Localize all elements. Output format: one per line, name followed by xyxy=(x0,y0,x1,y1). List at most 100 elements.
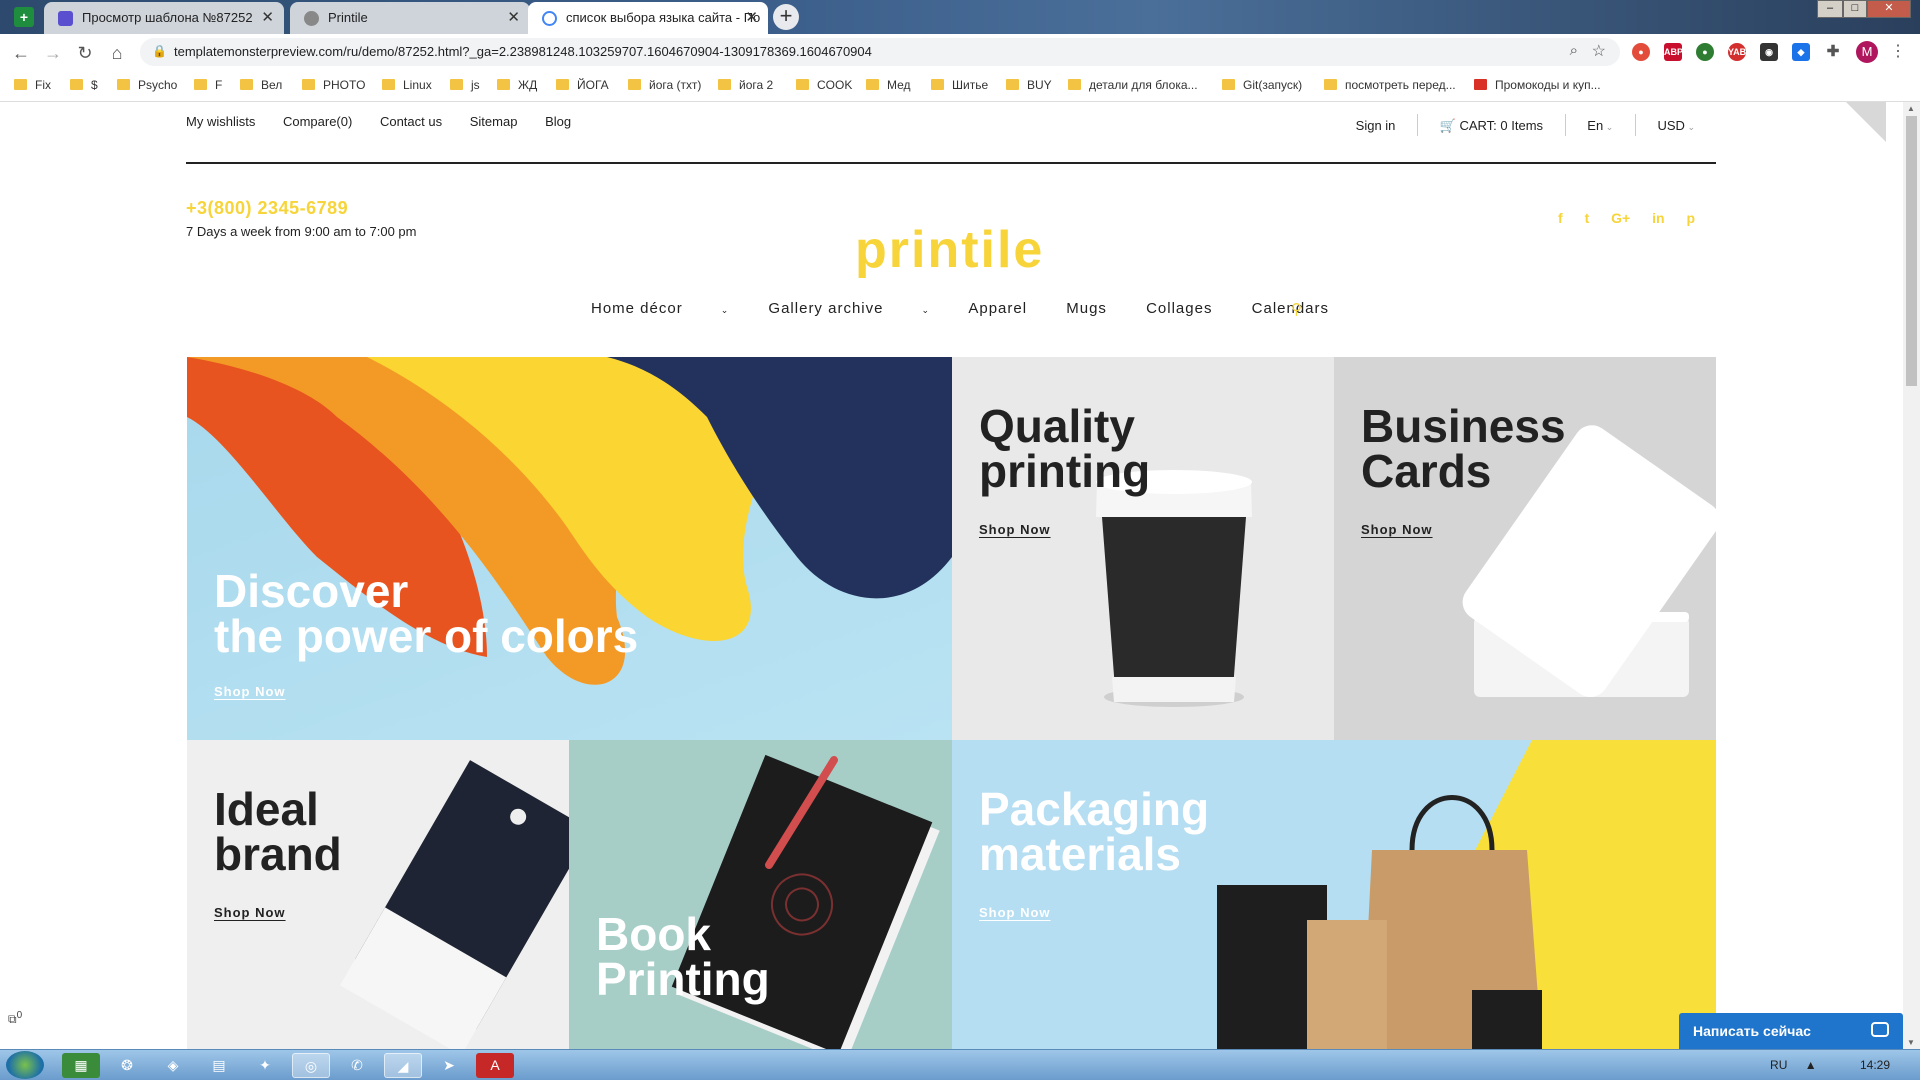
search-icon[interactable]: ⚲ xyxy=(1291,300,1302,318)
bookmark-folder[interactable]: Git(запуск) xyxy=(1222,78,1302,92)
viber-taskbar-icon[interactable]: ✆ xyxy=(338,1053,376,1078)
site-logo[interactable]: printile xyxy=(855,220,1044,280)
address-bar[interactable]: 🔒 templatemonsterpreview.com/ru/demo/872… xyxy=(140,38,1620,66)
tab-google-search[interactable]: список выбора языка сайта - По ✕ xyxy=(528,2,768,34)
bookmark-folder[interactable]: йога (тхт) xyxy=(628,78,701,92)
bookmark-folder[interactable]: Fix xyxy=(14,78,51,92)
twitter-icon[interactable]: t xyxy=(1585,210,1590,226)
nav-apparel[interactable]: Apparel xyxy=(968,300,1027,317)
contact-link[interactable]: Contact us xyxy=(380,114,442,129)
live-chat-widget[interactable]: Написать сейчас xyxy=(1679,1013,1903,1049)
banner-ideal-brand[interactable]: Ideal brand Shop Now xyxy=(187,740,569,1049)
home-icon[interactable]: ⌂ xyxy=(104,40,130,66)
tray-expand-icon[interactable]: ▲ xyxy=(1805,1058,1817,1072)
window-switch-widget[interactable]: ⧉0 xyxy=(8,1010,22,1027)
close-window-button[interactable]: ✕ xyxy=(1867,0,1911,18)
app-taskbar-icon[interactable]: ❂ xyxy=(108,1053,146,1078)
linkedin-icon[interactable]: in xyxy=(1652,210,1664,226)
profile-avatar[interactable]: M xyxy=(1856,41,1878,63)
reload-icon[interactable]: ↻ xyxy=(72,40,98,66)
blog-link[interactable]: Blog xyxy=(545,114,571,129)
bookmark-folder[interactable]: Psycho xyxy=(117,78,177,92)
cart-icon[interactable]: 🛒 xyxy=(1440,118,1456,133)
nav-home-decor[interactable]: Home décor ⌄ xyxy=(591,300,729,317)
currency-select[interactable]: USD xyxy=(1658,118,1685,133)
app-taskbar-icon[interactable]: ◢ xyxy=(384,1053,422,1078)
scroll-down-icon[interactable]: ▼ xyxy=(1907,1038,1915,1047)
banner-business-cards[interactable]: Business Cards Shop Now xyxy=(1334,357,1716,740)
zoom-icon[interactable]: ⌕ xyxy=(1570,42,1578,59)
bookmark-folder[interactable]: BUY xyxy=(1006,78,1052,92)
telegram-taskbar-icon[interactable]: ➤ xyxy=(430,1053,468,1078)
bookmark-folder[interactable]: js xyxy=(450,78,480,92)
extension-glasses-icon[interactable]: ◉ xyxy=(1760,43,1778,61)
shop-now-link[interactable]: Shop Now xyxy=(214,905,286,920)
bookmark-folder[interactable]: ЙОГА xyxy=(556,78,609,92)
adblock-plus-icon[interactable]: ABP xyxy=(1664,43,1683,61)
scrollbar-thumb[interactable] xyxy=(1906,116,1917,386)
language-select[interactable]: En xyxy=(1587,118,1603,133)
browser-menu-icon[interactable]: ⋮ xyxy=(1890,41,1906,61)
tab-template-preview[interactable]: Просмотр шаблона №87252 ✕ xyxy=(44,2,284,34)
app-taskbar-icon[interactable]: ✦ xyxy=(246,1053,284,1078)
cart-label[interactable]: CART: xyxy=(1459,118,1496,133)
extensions-puzzle-icon[interactable]: ✚ xyxy=(1824,43,1842,61)
sheets-app-icon[interactable]: + xyxy=(14,7,34,27)
back-arrow-icon[interactable]: ← xyxy=(8,40,34,66)
sitemap-link[interactable]: Sitemap xyxy=(470,114,518,129)
nav-collages[interactable]: Collages xyxy=(1146,300,1212,317)
bookmark-folder[interactable]: F xyxy=(194,78,222,92)
file-explorer-icon[interactable]: ▤ xyxy=(200,1053,238,1078)
extension-red-icon[interactable]: ● xyxy=(1632,43,1650,61)
banner-packaging-materials[interactable]: Packaging materials Shop Now xyxy=(952,740,1716,1049)
start-button[interactable] xyxy=(6,1051,44,1079)
bookmark-promo[interactable]: Промокоды и куп... xyxy=(1474,78,1601,92)
sheets-taskbar-icon[interactable]: ▦ xyxy=(62,1053,100,1078)
extension-yab-icon[interactable]: YAB xyxy=(1728,43,1746,61)
bookmark-star-icon[interactable]: ☆ xyxy=(1592,41,1606,61)
nav-gallery-archive[interactable]: Gallery archive ⌄ xyxy=(768,300,930,317)
tab-printile[interactable]: Printile ✕ xyxy=(290,2,530,34)
close-tab-icon[interactable]: ✕ xyxy=(745,2,758,34)
shop-now-link[interactable]: Shop Now xyxy=(214,684,286,699)
shop-now-link[interactable]: Shop Now xyxy=(979,905,1051,920)
pinterest-icon[interactable]: p xyxy=(1686,210,1695,226)
bookmark-folder[interactable]: Linux xyxy=(382,78,432,92)
app-taskbar-icon[interactable]: ◈ xyxy=(154,1053,192,1078)
forward-arrow-icon[interactable]: → xyxy=(40,40,66,66)
shop-now-link[interactable]: Shop Now xyxy=(1361,522,1433,537)
scroll-up-icon[interactable]: ▲ xyxy=(1907,104,1915,113)
nav-mugs[interactable]: Mugs xyxy=(1066,300,1107,317)
bookmark-folder[interactable]: йога 2 xyxy=(718,78,773,92)
banner-book-printing[interactable]: Book Printing xyxy=(569,740,952,1049)
compare-link[interactable]: Compare(0) xyxy=(283,114,352,129)
close-tab-icon[interactable]: ✕ xyxy=(261,2,274,34)
page-scrollbar[interactable]: ▲ ▼ xyxy=(1903,102,1920,1049)
bookmark-folder[interactable]: $ xyxy=(70,78,98,92)
bookmark-folder[interactable]: детали для блока... xyxy=(1068,78,1198,92)
bookmark-folder[interactable]: ЖД xyxy=(497,78,537,92)
cart-count[interactable]: 0 Items xyxy=(1500,118,1543,133)
sign-in-link[interactable]: Sign in xyxy=(1356,118,1396,133)
chrome-taskbar-icon[interactable]: ◎ xyxy=(292,1053,330,1078)
minimize-window-button[interactable]: – xyxy=(1817,0,1843,18)
phone-number[interactable]: +3(800) 2345-6789 xyxy=(186,198,348,219)
input-language[interactable]: RU xyxy=(1770,1058,1787,1072)
bookmark-folder[interactable]: Мед xyxy=(866,78,911,92)
facebook-icon[interactable]: f xyxy=(1558,210,1563,226)
close-tab-icon[interactable]: ✕ xyxy=(507,2,520,34)
bookmark-folder[interactable]: PHOTO xyxy=(302,78,365,92)
banner-quality-printing[interactable]: Quality printing Shop Now xyxy=(952,357,1334,740)
acrobat-taskbar-icon[interactable]: A xyxy=(476,1053,514,1078)
bookmark-folder[interactable]: Шитье xyxy=(931,78,988,92)
bookmark-folder[interactable]: COOK xyxy=(796,78,852,92)
bookmark-folder[interactable]: Вел xyxy=(240,78,282,92)
shop-now-link[interactable]: Shop Now xyxy=(979,522,1051,537)
maximize-window-button[interactable]: □ xyxy=(1843,0,1867,18)
banner-discover[interactable]: Discover the power of colors Shop Now xyxy=(187,357,952,740)
extension-blue-icon[interactable]: ◆ xyxy=(1792,43,1810,61)
bookmark-folder[interactable]: посмотреть перед... xyxy=(1324,78,1456,92)
wishlists-link[interactable]: My wishlists xyxy=(186,114,255,129)
google-plus-icon[interactable]: G+ xyxy=(1611,210,1630,226)
new-tab-button[interactable]: + xyxy=(773,4,799,30)
